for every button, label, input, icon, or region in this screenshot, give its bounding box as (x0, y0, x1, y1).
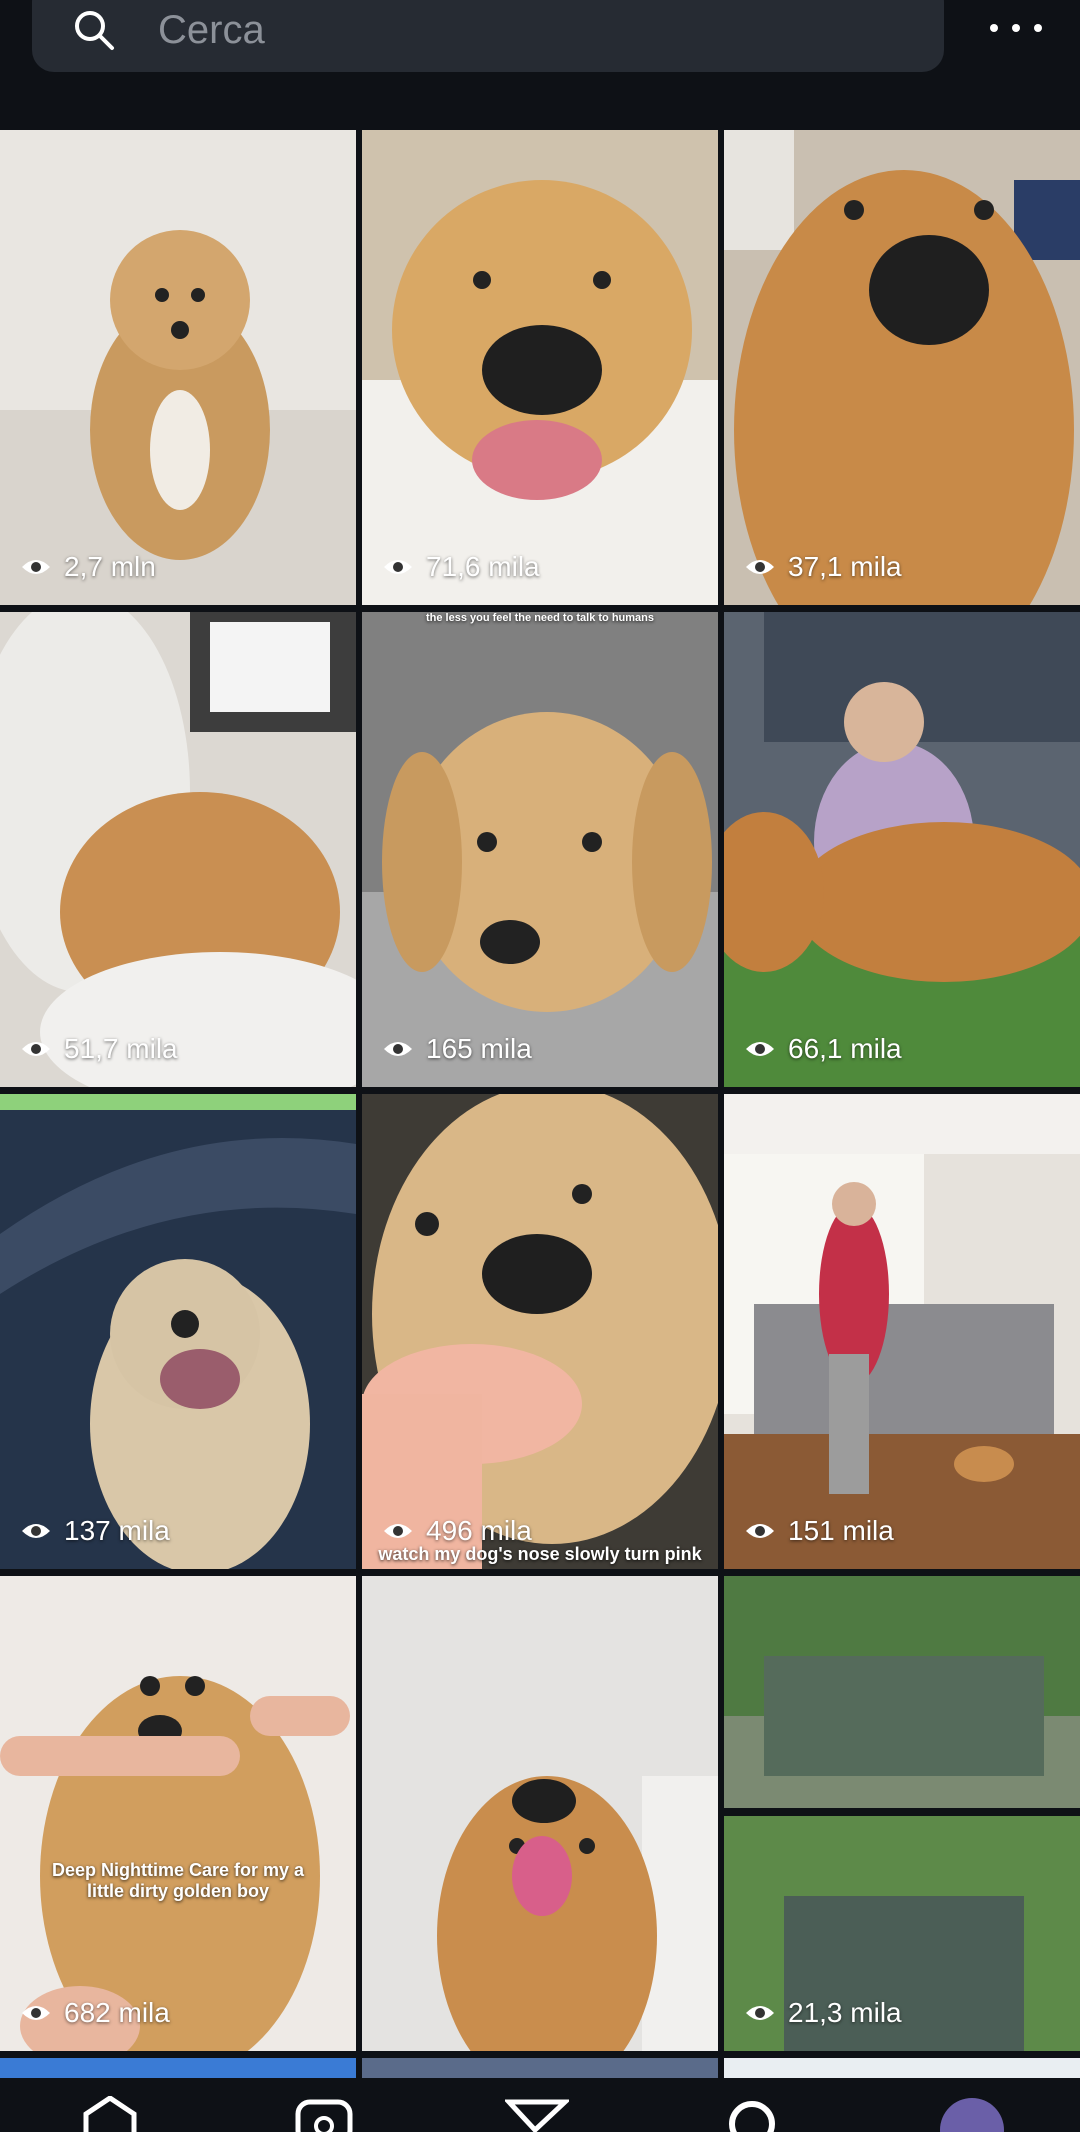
send-icon[interactable] (505, 2096, 569, 2132)
view-count-label: 71,6 mila (426, 551, 540, 582)
eye-icon (746, 1042, 774, 1056)
video-tile[interactable]: the less you feel the need to talk to hu… (362, 612, 718, 1087)
video-caption: Deep Nighttime Care for my a little dirt… (51, 1860, 305, 1901)
eye-icon (22, 2006, 50, 2020)
top-bar (0, 0, 1080, 130)
bottom-navigation (0, 2078, 1080, 2132)
video-caption: watch my dog's nose slowly turn pink (378, 1544, 702, 1564)
video-tile[interactable] (362, 1576, 718, 2051)
video-tile[interactable]: Deep Nighttime Care for my a little dirt… (0, 1576, 356, 2051)
video-tile[interactable] (362, 2058, 718, 2078)
video-tile[interactable]: 137 mila (0, 1094, 356, 1569)
view-count: 151 mila (744, 1515, 894, 1547)
view-count: 137 mila (20, 1515, 170, 1547)
view-count-label: 21,3 mila (788, 1997, 902, 2028)
video-tile[interactable] (0, 2058, 356, 2078)
view-count-label: 151 mila (788, 1515, 894, 1546)
view-count-label: 682 mila (64, 1997, 170, 2028)
view-count-label: 2,7 mln (64, 551, 156, 582)
video-tile[interactable]: 21,3 mila (724, 1576, 1080, 2051)
eye-icon (22, 1524, 50, 1538)
view-count: 51,7 mila (20, 1033, 178, 1065)
search-input[interactable] (158, 6, 858, 54)
eye-icon (384, 1524, 412, 1538)
profile-avatar-icon[interactable] (940, 2096, 1004, 2132)
view-count: 37,1 mila (744, 551, 902, 583)
eye-icon (22, 560, 50, 574)
video-tile[interactable]: 37,1 mila (724, 130, 1080, 605)
view-count-label: 37,1 mila (788, 551, 902, 582)
video-tile[interactable]: 71,6 mila (362, 130, 718, 605)
eye-icon (384, 560, 412, 574)
eye-icon (746, 1524, 774, 1538)
view-count-label: 51,7 mila (64, 1033, 178, 1064)
view-count-label: 496 mila (426, 1515, 532, 1546)
search-bar[interactable] (32, 0, 944, 72)
video-tile[interactable]: 151 mila (724, 1094, 1080, 1569)
home-icon[interactable] (78, 2096, 142, 2132)
search-nav-icon[interactable] (720, 2096, 784, 2132)
video-tile[interactable] (724, 2058, 1080, 2078)
video-tile[interactable]: 51,7 mila (0, 612, 356, 1087)
view-count-label: 165 mila (426, 1033, 532, 1064)
view-count: 2,7 mln (20, 551, 156, 583)
view-count: 71,6 mila (382, 551, 540, 583)
video-tile[interactable]: watch my dog's nose slowly turn pink 496… (362, 1094, 718, 1569)
video-caption: the less you feel the need to talk to hu… (426, 612, 654, 624)
eye-icon (22, 1042, 50, 1056)
video-tile[interactable]: 66,1 mila (724, 612, 1080, 1087)
video-tile[interactable]: 2,7 mln (0, 130, 356, 605)
eye-icon (384, 1042, 412, 1056)
view-count: 165 mila (382, 1033, 532, 1065)
view-count-label: 137 mila (64, 1515, 170, 1546)
view-count: 496 mila (382, 1515, 532, 1547)
view-count: 682 mila (20, 1997, 170, 2029)
view-count: 66,1 mila (744, 1033, 902, 1065)
eye-icon (746, 560, 774, 574)
more-options-icon[interactable] (990, 6, 1042, 50)
eye-icon (746, 2006, 774, 2020)
reels-icon[interactable] (292, 2096, 356, 2132)
view-count-label: 66,1 mila (788, 1033, 902, 1064)
view-count: 21,3 mila (744, 1997, 902, 2029)
search-icon (75, 11, 114, 50)
